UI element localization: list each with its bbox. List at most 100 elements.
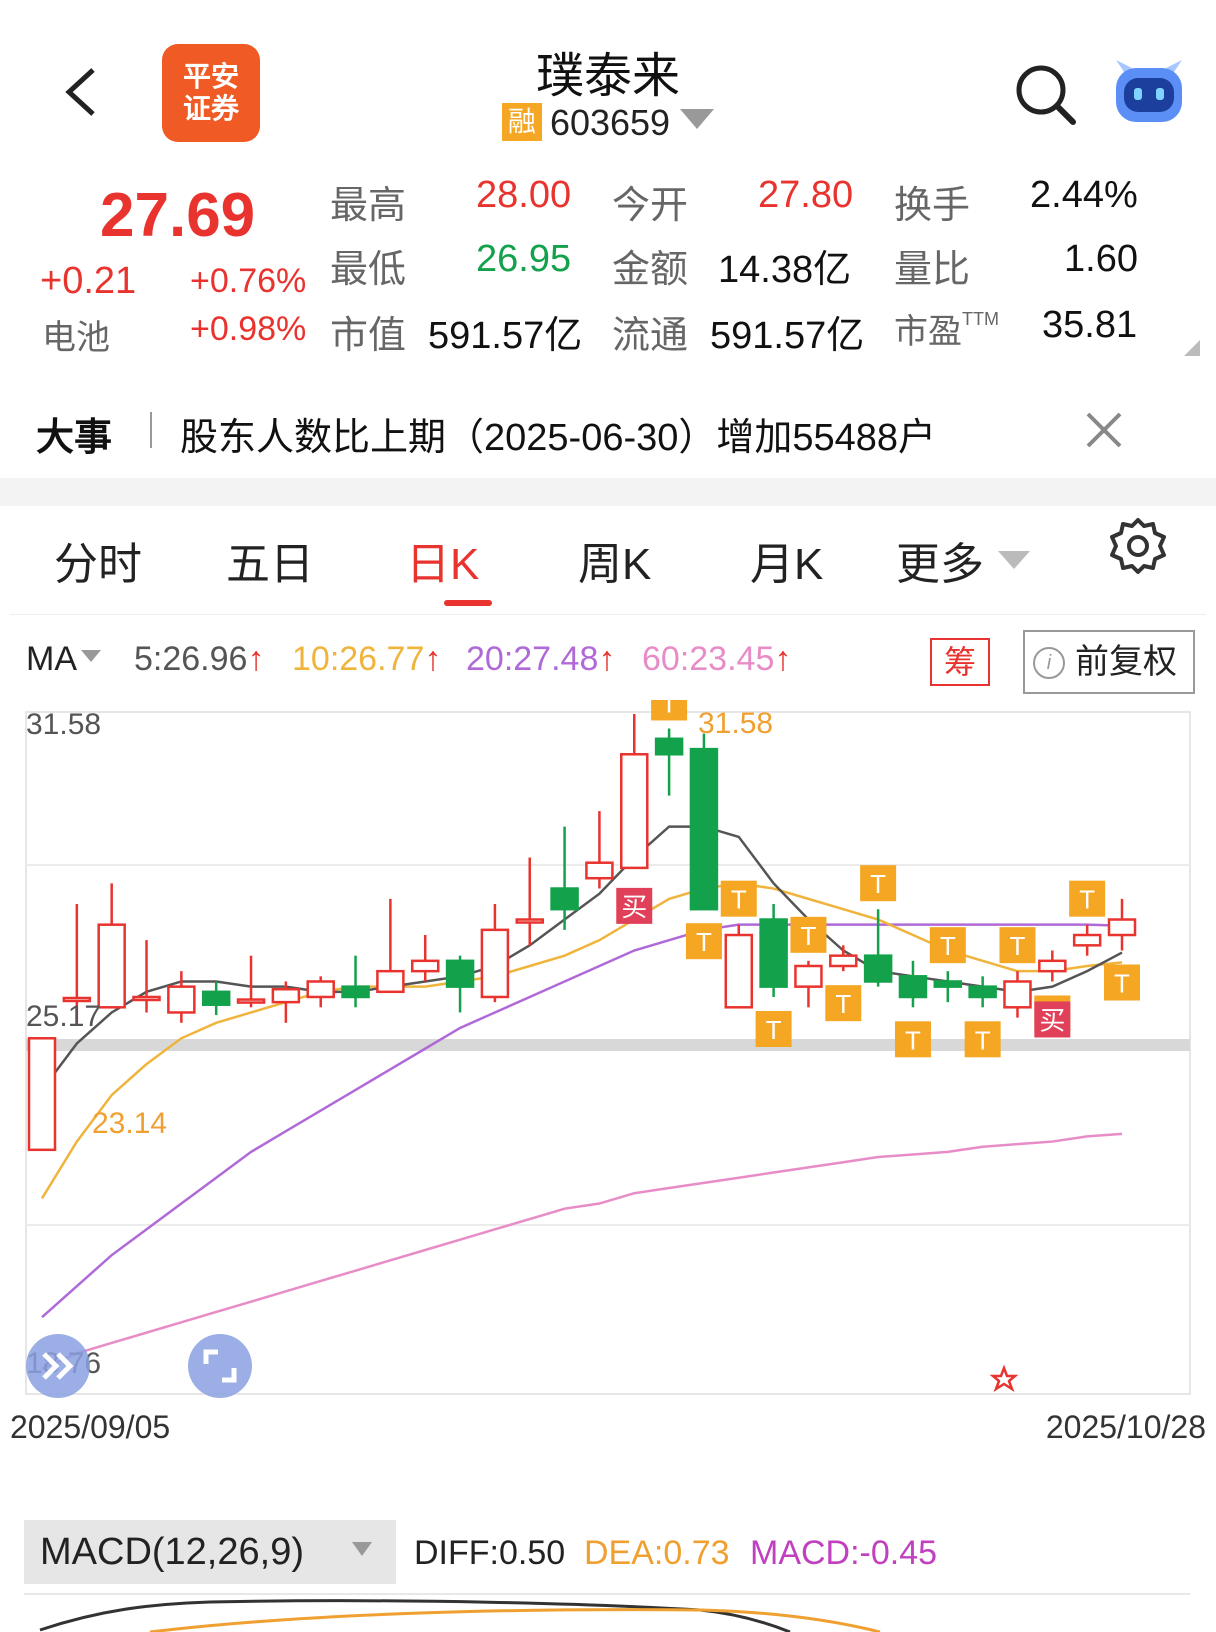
candle-body — [620, 753, 649, 870]
t-marker-label: T — [905, 1025, 921, 1055]
period-tabs: 分时 五日 日K 周K 月K 更多 — [10, 506, 1206, 615]
candle-body — [306, 980, 335, 999]
macd-panel[interactable]: MACD(12,26,9) DIFF:0.50 DEA:0.73 MACD:-0… — [0, 1514, 1216, 1632]
fullscreen-button[interactable] — [188, 1334, 252, 1398]
candle-body — [236, 998, 266, 1004]
sector-name[interactable]: 电池 — [42, 310, 110, 359]
news-text[interactable]: 股东人数比上期（2025-06-30）增加55488户 — [180, 406, 936, 461]
ma-selector[interactable]: MA — [26, 640, 101, 679]
scroll-left-button[interactable] — [26, 1334, 90, 1398]
chip-distribution-button[interactable]: 筹 — [930, 638, 990, 686]
t-marker-label: T — [801, 921, 817, 951]
t-marker-label: T — [835, 989, 851, 1019]
search-button[interactable] — [1013, 62, 1077, 126]
t-marker-label: T — [731, 885, 747, 915]
candle-body — [585, 861, 614, 880]
ma60-line — [41, 1132, 1123, 1370]
float-label: 流通 — [612, 315, 689, 357]
candle-body — [167, 985, 196, 1014]
turnover-label: 换手 — [894, 185, 971, 227]
candle-body — [480, 928, 510, 999]
search-icon — [1016, 65, 1076, 125]
float-value: 591.57亿 — [710, 315, 865, 357]
close-icon[interactable] — [1084, 410, 1124, 450]
candle-body — [654, 737, 684, 756]
active-tab-indicator — [444, 600, 492, 606]
t-marker-label: T — [696, 927, 712, 957]
reference-band — [26, 1039, 1190, 1051]
ma60-polyline — [41, 1132, 1123, 1370]
pe-value: 35.81 — [1042, 304, 1138, 346]
t-marker-label: T — [661, 700, 677, 718]
y-max-label: 31.58 — [26, 708, 101, 741]
ma60-value: 60:23.45↑ — [642, 640, 791, 679]
chart-grid — [25, 711, 1191, 1395]
corner-expand-icon[interactable] — [1184, 340, 1200, 356]
t-marker-label: T — [940, 931, 956, 961]
candle-body — [794, 964, 823, 988]
candle-body — [968, 985, 997, 999]
candle-body — [201, 990, 231, 1006]
ma10-text: 10:26.77 — [292, 640, 425, 678]
caret-down-icon — [998, 551, 1030, 569]
ma20-text: 20:27.48 — [466, 640, 599, 678]
pe-ttm-sup: TTM — [962, 309, 999, 329]
kline-chart[interactable]: TTTTTTTTTTTTTT买买 31.58 25.17 18.76 31.58… — [0, 700, 1216, 1460]
mktcap-value: 591.57亿 — [428, 315, 583, 357]
event-star-icon[interactable] — [989, 1364, 1019, 1393]
price-change-pct: +0.76% — [190, 262, 307, 300]
caret-down-icon — [81, 650, 101, 662]
candle-body — [689, 747, 719, 911]
news-divider — [150, 412, 152, 448]
turnover-value: 2.44% — [1030, 174, 1138, 216]
price-adjust-button[interactable]: i 前复权 — [1023, 630, 1195, 694]
last-price: 27.69 — [100, 181, 256, 250]
low-value: 26.95 — [476, 238, 572, 280]
t-marker-label: T — [1010, 931, 1026, 961]
section-divider — [0, 478, 1216, 506]
x-start-label: 2025/09/05 — [10, 1409, 170, 1445]
tab-more[interactable]: 更多 — [896, 528, 1030, 592]
high-label: 最高 — [330, 185, 407, 227]
arrow-up-icon: ↑ — [774, 640, 792, 678]
high-annotation: 31.58 — [698, 707, 773, 740]
pe-label-text: 市盈 — [894, 313, 962, 351]
tab-intraday[interactable]: 分时 — [54, 528, 142, 592]
t-marker-label: T — [870, 869, 886, 899]
arrow-up-icon: ↑ — [424, 640, 442, 678]
tab-five-day[interactable]: 五日 — [226, 528, 314, 592]
candle-body — [341, 985, 370, 999]
ma20-value: 20:27.48↑ — [466, 640, 615, 679]
margin-badge: 融 — [501, 103, 542, 141]
tab-weekly-k[interactable]: 周K — [578, 528, 651, 592]
tab-daily-k[interactable]: 日K — [406, 528, 479, 592]
macd-dea-line — [149, 1608, 881, 1632]
ma-label: MA — [26, 640, 77, 678]
candle-body — [1003, 980, 1032, 1009]
amount-value: 14.38亿 — [718, 249, 852, 291]
news-bar[interactable]: 大事 股东人数比上期（2025-06-30）增加55488户 — [10, 382, 1206, 478]
ma60-text: 60:23.45 — [642, 640, 775, 678]
volume-ratio-value: 1.60 — [1064, 238, 1138, 280]
t-marker-label: T — [1079, 885, 1095, 915]
candle-body — [1038, 959, 1067, 973]
candle-body — [410, 959, 440, 973]
news-tag: 大事 — [36, 417, 113, 459]
t-marker-label: T — [766, 1015, 782, 1045]
candle-body — [1072, 933, 1102, 947]
sector-change-pct: +0.98% — [190, 310, 307, 348]
ai-assistant-button[interactable] — [1110, 58, 1188, 128]
arrow-up-icon: ↑ — [247, 640, 265, 678]
caret-down-icon — [680, 109, 715, 129]
candle-body — [271, 987, 301, 1004]
candle-body — [1107, 918, 1137, 937]
mktcap-label: 市值 — [330, 315, 407, 357]
candle-body — [898, 975, 928, 999]
tab-monthly-k[interactable]: 月K — [750, 528, 823, 592]
open-label: 今开 — [612, 185, 689, 227]
candle-body — [27, 1037, 57, 1152]
t-marker-label: T — [975, 1025, 991, 1055]
gear-icon[interactable] — [1108, 516, 1168, 576]
macd-value: MACD:-0.45 — [750, 1534, 937, 1572]
macd-title[interactable]: MACD(12,26,9) — [40, 1531, 304, 1573]
